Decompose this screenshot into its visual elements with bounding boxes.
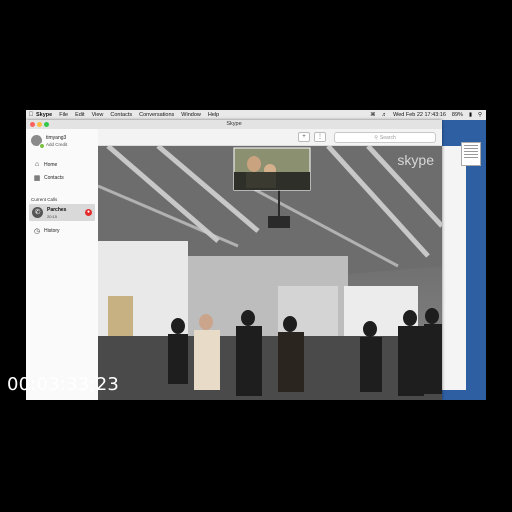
add-credit-link[interactable]: Add Credit bbox=[46, 142, 67, 147]
call-options-button[interactable]: ⋮ bbox=[314, 132, 326, 142]
call-contact-name: Parches bbox=[47, 207, 67, 213]
sidebar-item-label: History bbox=[44, 227, 60, 234]
background-window bbox=[442, 146, 466, 390]
skype-watermark: skype bbox=[397, 152, 434, 168]
sidebar-item-label: Contacts bbox=[44, 174, 64, 181]
window-title: Skype bbox=[226, 121, 242, 127]
wifi-icon[interactable]: ⌘ bbox=[370, 112, 376, 118]
call-toolbar: + ⋮ ⚲ Search bbox=[98, 129, 442, 146]
sidebar-item-contacts[interactable]: ▦ Contacts bbox=[30, 172, 96, 183]
menu-help[interactable]: Help bbox=[208, 112, 219, 118]
menu-extras: ⌘ ♬ Wed Feb 22 17:43:16 89% ▮ ⚲ bbox=[370, 110, 482, 120]
menu-contacts[interactable]: Contacts bbox=[110, 112, 132, 118]
desktop-screen:  Skype File Edit View Contacts Conversa… bbox=[26, 110, 486, 400]
current-calls-header: Current Calls bbox=[31, 197, 58, 202]
video-feed[interactable]: skype bbox=[98, 146, 442, 400]
menu-edit[interactable]: Edit bbox=[75, 112, 84, 118]
sidebar-item-home[interactable]: ⌂ Home bbox=[30, 159, 96, 170]
profile[interactable]: timyang3 Add Credit bbox=[31, 135, 97, 153]
contacts-icon: ▦ bbox=[33, 174, 41, 182]
battery-icon[interactable]: ▮ bbox=[469, 112, 472, 118]
search-icon: ⚲ bbox=[374, 134, 378, 141]
spotlight-icon[interactable]: ⚲ bbox=[478, 112, 482, 118]
sidebar-item-history[interactable]: ◷ History bbox=[30, 225, 96, 236]
sidebar-item-current-call[interactable]: ✆ Parches 20:15 ● bbox=[29, 204, 95, 221]
call-duration: 20:15 bbox=[47, 214, 58, 219]
timecode-overlay: 00:03:33;23 bbox=[7, 374, 120, 395]
menu-conversations[interactable]: Conversations bbox=[139, 112, 174, 118]
skype-window: Skype timyang3 Add Credit ⌂ Home ▦ Conta… bbox=[26, 120, 442, 400]
online-status-icon bbox=[39, 143, 45, 149]
sidebar-item-label: Home bbox=[44, 161, 58, 168]
volume-icon[interactable]: ♬ bbox=[382, 112, 388, 118]
home-icon: ⌂ bbox=[34, 161, 40, 168]
phone-icon: ✆ bbox=[32, 207, 43, 218]
add-participant-button[interactable]: + bbox=[298, 132, 310, 142]
menu-app-skype[interactable]: Skype bbox=[36, 112, 52, 118]
username: timyang3 bbox=[46, 135, 67, 141]
clock[interactable]: Wed Feb 22 17:43:16 bbox=[393, 112, 446, 118]
menu-view[interactable]: View bbox=[92, 112, 104, 118]
sidebar: timyang3 Add Credit ⌂ Home ▦ Contacts Cu… bbox=[26, 129, 99, 400]
history-icon: ◷ bbox=[33, 227, 41, 235]
battery-level[interactable]: 89% bbox=[452, 112, 463, 118]
apple-icon[interactable]:  bbox=[26, 112, 36, 118]
remote-video bbox=[98, 146, 442, 400]
menu-window[interactable]: Window bbox=[181, 112, 201, 118]
end-call-icon[interactable]: ● bbox=[85, 209, 92, 216]
document-thumbnail[interactable] bbox=[461, 142, 481, 166]
menu-file[interactable]: File bbox=[59, 112, 68, 118]
search-input[interactable]: ⚲ Search bbox=[334, 132, 436, 143]
